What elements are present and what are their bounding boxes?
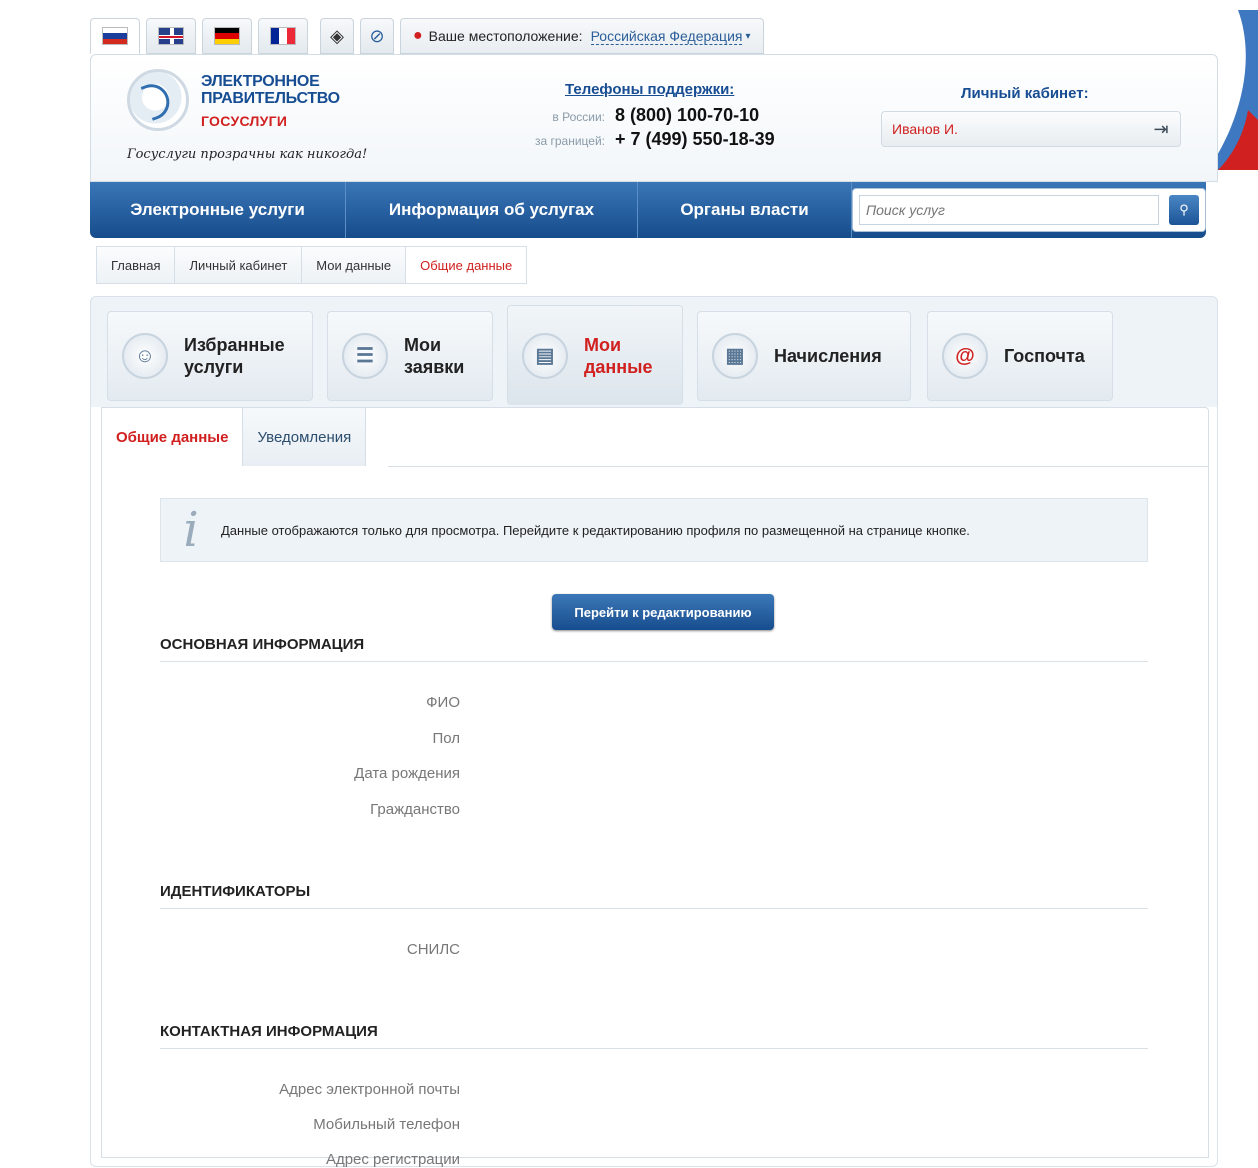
flag-de-icon <box>214 27 240 45</box>
field-label-citizenship: Гражданство <box>370 801 460 818</box>
flag-uk-icon <box>158 27 184 45</box>
brand-subtitle: ГОСУСЛУГИ <box>201 113 288 129</box>
tile-my-applications[interactable]: ☰ Мои заявки <box>327 311 493 401</box>
content-tabs: Общие данные Уведомления <box>102 408 367 466</box>
top-bar: ◈ ⊘ ● Ваше местоположение: Российская Фе… <box>90 16 764 56</box>
calculator-icon: ▦ <box>712 333 758 379</box>
info-icon: i <box>183 502 199 558</box>
tab-notifications[interactable]: Уведомления <box>243 408 367 466</box>
phone-russia: в России: 8 (800) 100-70-10 <box>552 105 760 125</box>
page: ◈ ⊘ ● Ваше местоположение: Российская Фе… <box>90 10 1218 1168</box>
accessibility-button[interactable]: ◈ <box>320 18 354 54</box>
field-label-gender: Пол <box>432 730 460 747</box>
section-title-main: ОСНОВНАЯ ИНФОРМАЦИЯ <box>160 636 1148 662</box>
cabinet-title: Личный кабинет: <box>961 85 1089 102</box>
eye-icon: ◈ <box>330 25 344 46</box>
field-label-email: Адрес электронной почты <box>279 1081 460 1098</box>
site-header: ЭЛЕКТРОННОЕ ПРАВИТЕЛЬСТВО ГОСУСЛУГИ Госу… <box>90 54 1218 182</box>
cabinet-user-name[interactable]: Иванов И. <box>892 121 958 137</box>
nav-item-services-info[interactable]: Информация об услугах <box>346 182 638 238</box>
gosuslugi-logo[interactable] <box>127 69 189 131</box>
slogan: Госуслуги прозрачны как никогда! <box>127 147 368 162</box>
list-icon: ☰ <box>342 333 388 379</box>
tab-general-data[interactable]: Общие данные <box>102 408 244 466</box>
section-title-contacts: КОНТАКТНАЯ ИНФОРМАЦИЯ <box>160 1023 1148 1049</box>
location-value[interactable]: Российская Федерация <box>590 28 743 45</box>
info-text: Данные отображаются только для просмотра… <box>221 522 970 538</box>
info-notice: i Данные отображаются только для просмот… <box>160 498 1148 562</box>
location-label: Ваше местоположение: <box>428 28 583 44</box>
field-label-address: Адрес регистрации <box>325 1151 460 1168</box>
breadcrumb-cabinet[interactable]: Личный кабинет <box>174 246 302 284</box>
tabs-divider <box>388 466 1208 467</box>
field-label-fio: ФИО <box>426 694 460 711</box>
search-input[interactable] <box>859 195 1159 225</box>
search-box: ⚲ <box>852 188 1206 232</box>
at-icon: @ <box>942 333 988 379</box>
main-nav: Электронные услуги Информация об услугах… <box>90 182 1206 238</box>
chevron-down-icon: ▾ <box>745 30 751 42</box>
cabinet-panel: ☺ Избранные услуги ☰ Мои заявки ▤ Мои данны… <box>90 296 1218 1168</box>
language-de-button[interactable] <box>202 18 252 54</box>
nav-item-authorities[interactable]: Органы власти <box>638 182 852 238</box>
logout-icon[interactable]: ⇥ <box>1150 118 1172 140</box>
field-label-mobile: Мобильный телефон <box>313 1116 460 1133</box>
search-button[interactable]: ⚲ <box>1169 195 1199 225</box>
field-label-snils: СНИЛС <box>406 941 460 958</box>
flag-ru-icon <box>102 27 128 45</box>
cabinet-user-box[interactable]: Иванов И. ⇥ <box>881 111 1181 147</box>
language-ru-button[interactable] <box>90 18 140 54</box>
brand-title: ЭЛЕКТРОННОЕ ПРАВИТЕЛЬСТВО <box>201 73 340 107</box>
field-label-birthdate: Дата рождения <box>354 765 460 782</box>
tile-gospochta[interactable]: @ Госпочта <box>927 311 1113 401</box>
edit-profile-button[interactable]: Перейти к редактированию <box>552 594 774 630</box>
compass-button[interactable]: ⊘ <box>360 18 394 54</box>
support-phones-link[interactable]: Телефоны поддержки: <box>565 81 734 98</box>
breadcrumb-current: Общие данные <box>405 246 528 284</box>
user-star-icon: ☺ <box>122 333 168 379</box>
breadcrumb-my-data[interactable]: Мои данные <box>301 246 406 284</box>
document-icon: ▤ <box>522 332 568 379</box>
tile-charges[interactable]: ▦ Начисления <box>697 311 911 401</box>
tile-my-data[interactable]: ▤ Мои данные <box>507 305 683 405</box>
language-fr-button[interactable] <box>258 18 308 54</box>
location-selector[interactable]: ● Ваше местоположение: Российская Федера… <box>400 18 764 54</box>
section-title-ids: ИДЕНТИФИКАТОРЫ <box>160 883 1148 909</box>
content-area: Общие данные Уведомления i Данные отобра… <box>101 407 1209 1168</box>
tile-favorite-services[interactable]: ☺ Избранные услуги <box>107 311 313 401</box>
nav-item-electronic-services[interactable]: Электронные услуги <box>90 182 346 238</box>
breadcrumb-home[interactable]: Главная <box>96 246 175 284</box>
search-icon: ⚲ <box>1179 202 1189 217</box>
breadcrumb: Главная Личный кабинет Мои данные Общие … <box>96 246 528 284</box>
flag-fr-icon <box>270 27 296 45</box>
compass-icon: ⊘ <box>369 25 385 46</box>
phone-abroad: за границей: + 7 (499) 550-18-39 <box>534 129 775 149</box>
language-en-button[interactable] <box>146 18 196 54</box>
location-pin-icon: ● <box>413 27 423 44</box>
